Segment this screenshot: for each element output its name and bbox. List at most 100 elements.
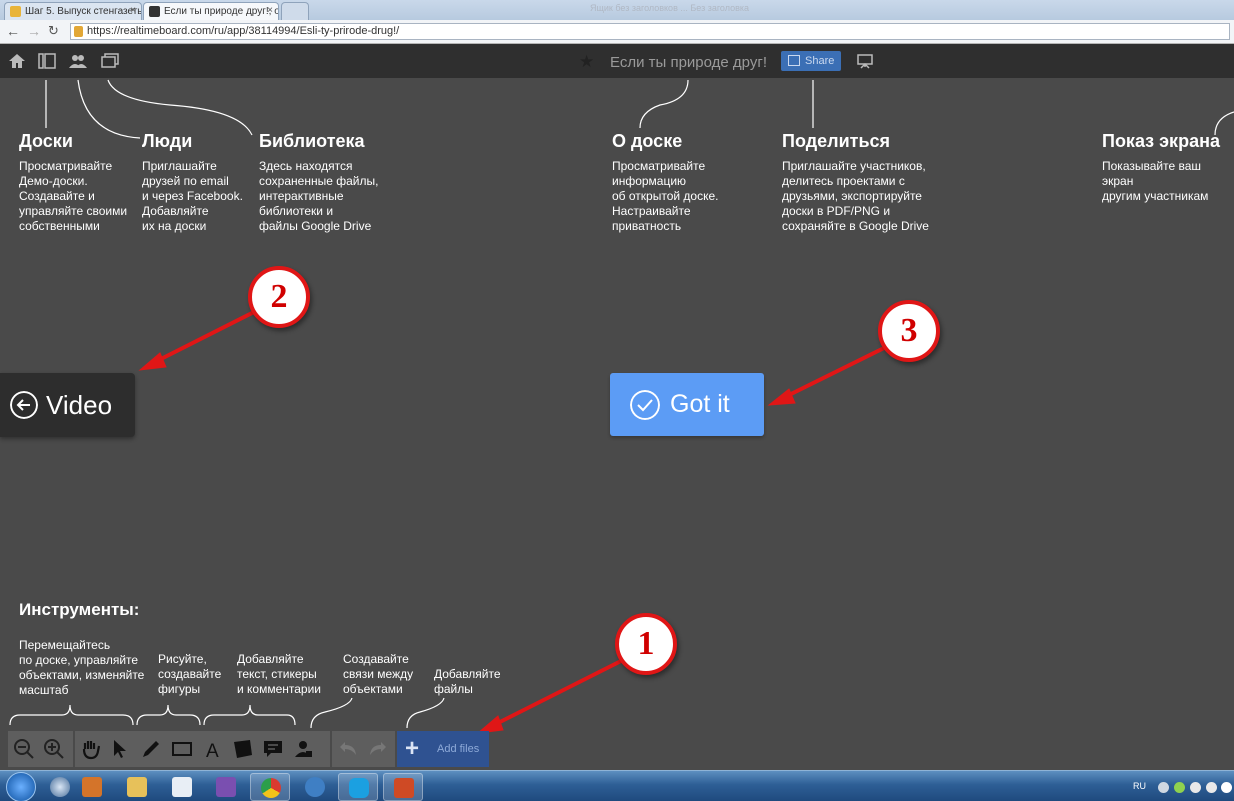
tip-library-desc: Здесь находятся сохраненные файлы, интер…: [259, 159, 379, 233]
svg-text:A: A: [206, 741, 219, 761]
browser-url-bar: ← → ↻ https://realtimeboard.com/ru/app/3…: [0, 20, 1234, 44]
zoom-group: [8, 731, 73, 767]
clock-app-icon: [50, 777, 70, 797]
check-circle-icon: [630, 390, 660, 420]
taskbar-app-chrome[interactable]: [250, 773, 290, 801]
home-icon[interactable]: [7, 52, 27, 70]
history-group: [332, 731, 395, 767]
zoom-in-icon[interactable]: [42, 737, 66, 761]
tray-app-icon[interactable]: [1206, 782, 1217, 793]
tip-about-desc: Просматривайте информацию об открытой до…: [612, 159, 719, 233]
taskbar-app-3[interactable]: [117, 773, 157, 801]
got-it-label: Got it: [670, 390, 730, 418]
add-files-button[interactable]: + Add files: [397, 731, 489, 767]
tip-people-desc: Приглашайте друзей по email и через Face…: [142, 159, 243, 233]
games-app-icon: [82, 777, 102, 797]
add-files-label: Add files: [437, 743, 480, 755]
visual-studio-app-icon: [216, 777, 236, 797]
share-icon: [788, 55, 800, 66]
redo-icon[interactable]: [366, 737, 390, 761]
tip-share-desc: Приглашайте участников, делитесь проекта…: [782, 159, 929, 233]
tip-screen-title: Показ экрана: [1102, 131, 1220, 151]
tip-boards-title: Доски: [19, 131, 73, 151]
annotation-badge-2: 2: [248, 266, 310, 328]
tab-favicon-icon: [10, 6, 21, 17]
tray-network-icon[interactable]: [1158, 782, 1169, 793]
connect-objects-icon[interactable]: [291, 737, 315, 761]
tools-files-desc: Добавляйте файлы: [434, 667, 501, 696]
board-title[interactable]: Если ты природе друг!: [610, 54, 767, 71]
share-button[interactable]: Share: [781, 51, 841, 71]
hand-icon[interactable]: [79, 737, 103, 761]
thunderbird-app-icon: [305, 777, 325, 797]
pdf-app-icon: [172, 777, 192, 797]
pen-icon[interactable]: [139, 737, 163, 761]
browser-tab-1[interactable]: Шаг 5. Выпуск стенгазеты ×: [4, 2, 142, 20]
tray-volume-icon[interactable]: [1190, 782, 1201, 793]
back-circle-arrow-icon: [10, 391, 38, 419]
chrome-app-icon: [261, 778, 281, 798]
language-indicator[interactable]: RU: [1133, 781, 1146, 791]
close-tab-icon[interactable]: ×: [130, 5, 136, 16]
select-arrow-icon[interactable]: [109, 737, 133, 761]
tip-screen-desc: Показывайте ваш экран другим участникам: [1102, 159, 1209, 203]
taskbar-app-7[interactable]: [295, 773, 335, 801]
tip-about-title: О доске: [612, 131, 683, 151]
taskbar-app-skype[interactable]: [338, 773, 378, 801]
taskbar-app-4[interactable]: [162, 773, 202, 801]
boards-icon[interactable]: [37, 52, 57, 70]
share-label: Share: [805, 55, 835, 67]
zoom-out-icon[interactable]: [12, 737, 36, 761]
taskbar-app-2[interactable]: [72, 773, 112, 801]
text-icon[interactable]: A: [201, 737, 225, 761]
shape-rectangle-icon[interactable]: [170, 737, 194, 761]
star-icon[interactable]: ★: [579, 52, 594, 72]
app-top-bar: ★ Если ты природе друг! Share: [0, 44, 1234, 78]
address-input[interactable]: https://realtimeboard.com/ru/app/3811499…: [70, 23, 1230, 40]
browser-tabbar: Шаг 5. Выпуск стенгазеты × Если ты приро…: [0, 0, 1234, 20]
reload-icon[interactable]: ↻: [48, 23, 59, 39]
new-tab-button[interactable]: [281, 2, 309, 20]
undo-icon[interactable]: [336, 737, 360, 761]
tab-title: Шаг 5. Выпуск стенгазеты: [25, 6, 142, 17]
tools-draw-desc: Рисуйте, создавайте фигуры: [158, 652, 222, 696]
tray-status-icon[interactable]: [1174, 782, 1185, 793]
tip-boards-desc: Просматривайте Демо-доски. Создавайте и …: [19, 159, 128, 233]
got-it-button[interactable]: Got it: [610, 373, 764, 436]
tip-library-title: Библиотека: [259, 131, 365, 151]
tip-share-title: Поделиться: [782, 131, 891, 151]
tray-extra-icon[interactable]: [1221, 782, 1232, 793]
powerpoint-app-icon: [394, 778, 414, 798]
comment-icon[interactable]: [261, 737, 285, 761]
taskbar-app-5[interactable]: [206, 773, 246, 801]
taskbar-app-powerpoint[interactable]: [383, 773, 423, 801]
tools-group: A: [75, 731, 330, 767]
windows-taskbar: RU: [0, 770, 1234, 801]
close-tab-icon[interactable]: ×: [267, 5, 273, 16]
library-icon[interactable]: [100, 52, 120, 70]
lock-icon: [74, 26, 83, 37]
url-text: https://realtimeboard.com/ru/app/3811499…: [87, 25, 400, 37]
browser-tab-2[interactable]: Если ты природе друг!, о ×: [143, 2, 279, 20]
back-arrow-icon[interactable]: ←: [6, 23, 20, 39]
tab-favicon-icon: [149, 6, 160, 17]
people-icon[interactable]: [68, 52, 88, 70]
blurred-tabs-text: Ящик без заголовков ... Без заголовка: [590, 3, 749, 13]
tools-navigate-desc: Перемещайтесь по доске, управляйте объек…: [19, 638, 145, 697]
video-button[interactable]: Video: [0, 373, 135, 437]
tip-people-title: Люди: [142, 131, 193, 151]
tools-connect-desc: Создавайте связи между объектами: [343, 652, 414, 696]
start-button[interactable]: [6, 772, 36, 801]
forward-arrow-icon[interactable]: →: [27, 23, 41, 39]
annotation-badge-1: 1: [615, 613, 677, 675]
plus-icon: +: [405, 735, 420, 762]
tools-add-desc: Добавляйте текст, стикеры и комментарии: [237, 652, 322, 696]
tools-title: Инструменты:: [19, 600, 140, 619]
screen-share-icon[interactable]: [856, 53, 874, 69]
annotation-badge-3: 3: [878, 300, 940, 362]
skype-app-icon: [349, 778, 369, 798]
video-label: Video: [46, 390, 113, 420]
sticker-icon[interactable]: [231, 737, 255, 761]
tab-title: Если ты природе друг!, о: [164, 6, 279, 17]
folder-app-icon: [127, 777, 147, 797]
